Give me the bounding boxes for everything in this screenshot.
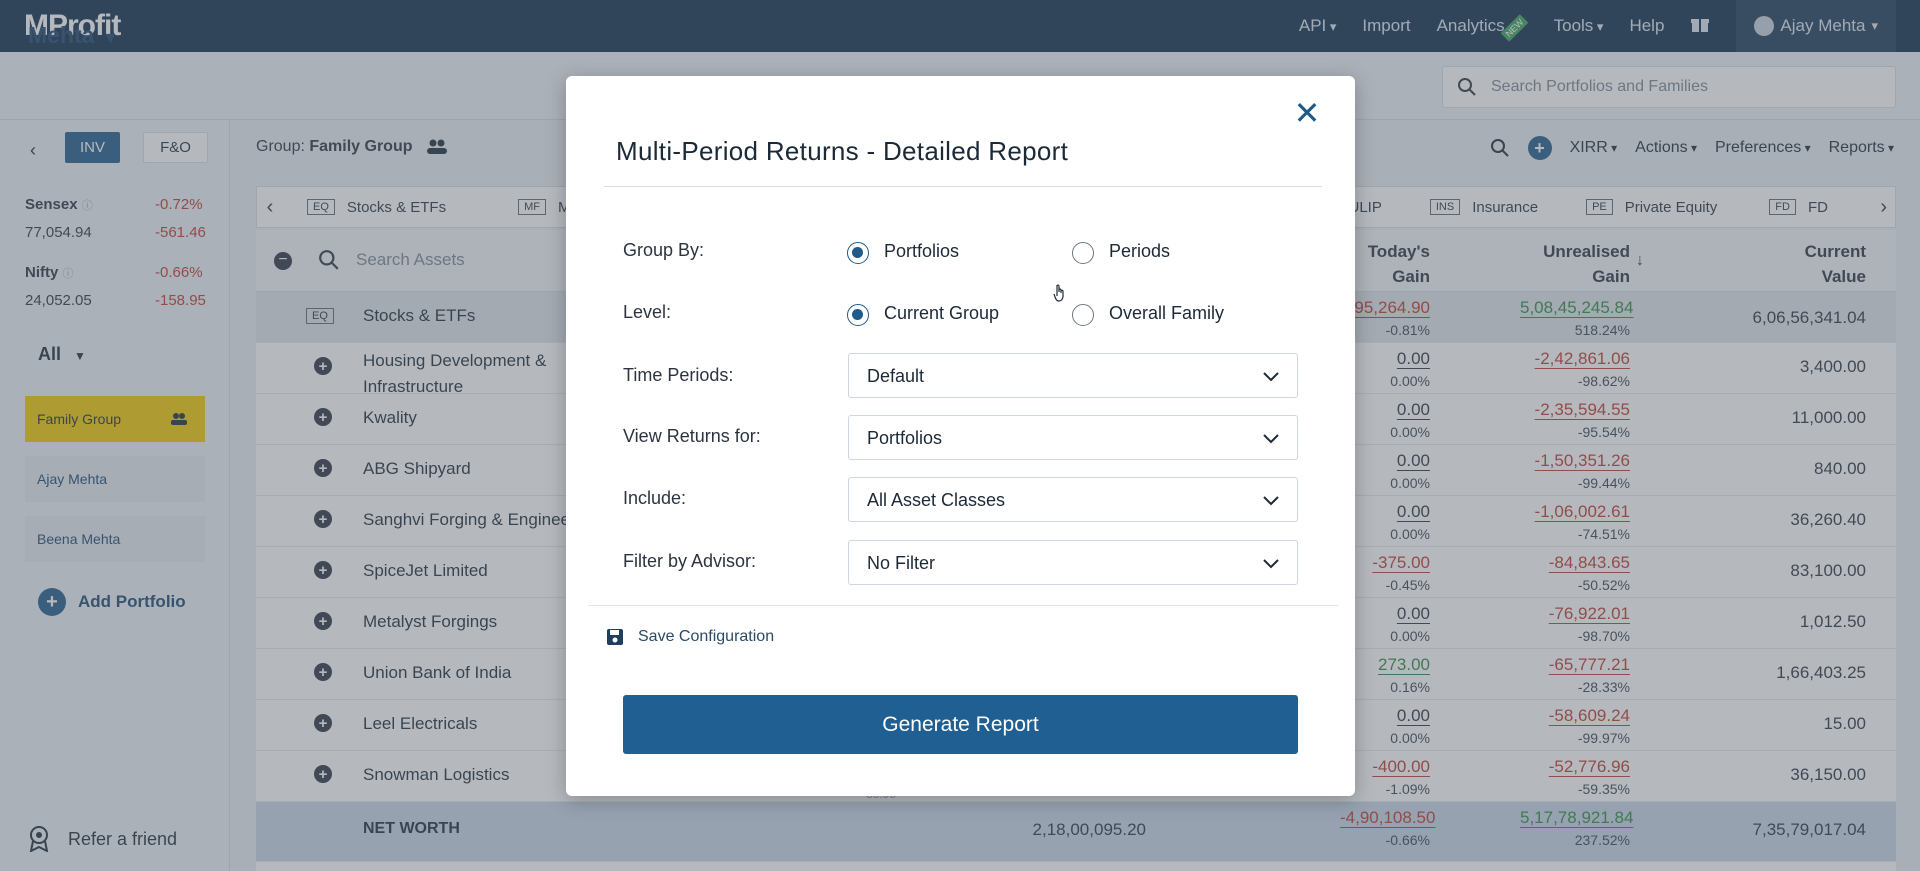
level-current-group-label[interactable]: Current Group [884, 303, 999, 324]
group-by-periods-label[interactable]: Periods [1109, 241, 1170, 262]
time-periods-select[interactable]: Default [848, 353, 1298, 398]
level-current-group-radio[interactable] [847, 304, 869, 326]
view-returns-value: Portfolios [867, 428, 943, 448]
advisor-filter-select[interactable]: No Filter [848, 540, 1298, 585]
save-configuration-button[interactable]: Save Configuration [606, 628, 774, 646]
level-overall-family-label[interactable]: Overall Family [1109, 303, 1224, 324]
chevron-down-icon [1263, 372, 1279, 382]
save-icon [607, 629, 623, 645]
divider [588, 605, 1338, 606]
close-icon[interactable]: ✕ [1292, 97, 1322, 129]
group-by-periods-radio[interactable] [1072, 242, 1094, 264]
level-label: Level: [623, 302, 672, 322]
divider [604, 186, 1322, 187]
chevron-down-icon [1263, 496, 1279, 506]
generate-report-button[interactable]: Generate Report [623, 695, 1298, 754]
mouse-cursor-icon [1053, 284, 1064, 302]
save-configuration-label: Save Configuration [638, 628, 775, 645]
dialog-title: Multi-Period Returns - Detailed Report [616, 136, 1069, 166]
advisor-filter-value: No Filter [867, 553, 936, 573]
level-overall-family-radio[interactable] [1072, 304, 1094, 326]
group-by-portfolios-label[interactable]: Portfolios [884, 241, 959, 262]
chevron-down-icon [1263, 559, 1279, 569]
include-value: All Asset Classes [867, 490, 1006, 510]
view-returns-label: View Returns for: [623, 426, 761, 446]
advisor-filter-label: Filter by Advisor: [623, 551, 757, 571]
include-label: Include: [623, 488, 687, 508]
view-returns-select[interactable]: Portfolios [848, 415, 1298, 460]
include-select[interactable]: All Asset Classes [848, 477, 1298, 522]
chevron-down-icon [1263, 434, 1279, 444]
multi-period-returns-dialog: Multi-Period Returns - Detailed Report ✕… [566, 76, 1355, 796]
time-periods-value: Default [867, 366, 925, 386]
group-by-label: Group By: [623, 240, 705, 260]
time-periods-label: Time Periods: [623, 365, 734, 385]
group-by-portfolios-radio[interactable] [847, 242, 869, 264]
